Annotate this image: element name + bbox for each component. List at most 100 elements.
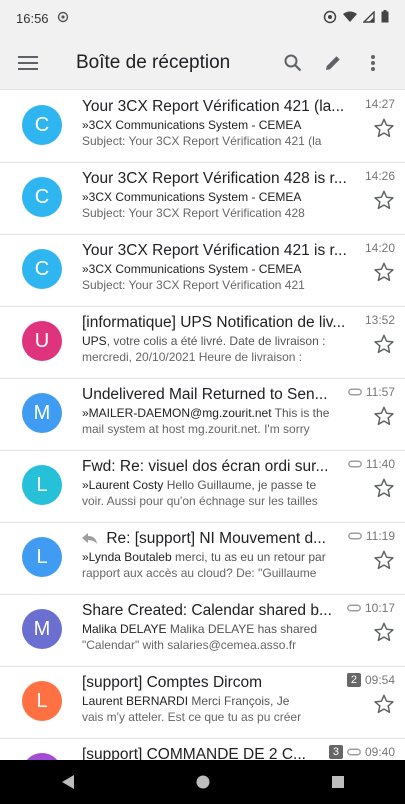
email-sender: »Laurent Costy: [82, 478, 164, 492]
sender-avatar[interactable]: U: [22, 321, 62, 361]
attachment-icon: [347, 532, 362, 540]
email-content[interactable]: [support] Comptes Dircom Laurent BERNARD…: [82, 673, 367, 725]
email-time: 14:26: [364, 169, 395, 183]
email-time: 14:20: [364, 241, 395, 255]
page-title: Boîte de réception: [76, 51, 231, 73]
sender-avatar[interactable]: L: [22, 465, 62, 505]
email-content[interactable]: Your 3CX Report Vérification 421 is r...…: [82, 241, 367, 293]
sender-avatar[interactable]: M: [22, 393, 62, 433]
recents-icon[interactable]: [318, 762, 358, 802]
email-meta: 11:40: [347, 457, 395, 471]
sender-avatar[interactable]: L: [22, 753, 62, 760]
attachment-icon: [347, 604, 361, 612]
email-row[interactable]: L [support] Comptes Dircom Laurent BERNA…: [0, 667, 405, 739]
wifi-icon: [343, 11, 357, 26]
star-icon[interactable]: [373, 477, 395, 499]
email-content[interactable]: Re: [support] NI Mouvement d... »Lynda B…: [82, 529, 367, 581]
email-row[interactable]: L Re: [support] NI Mouvement d... »Lynda…: [0, 523, 405, 595]
email-row[interactable]: C Your 3CX Report Vérification 421 (la..…: [0, 91, 405, 163]
sender-avatar[interactable]: M: [22, 609, 62, 649]
email-sender: Laurent BERNARDI: [82, 694, 189, 708]
email-content[interactable]: Fwd: Re: visuel dos écran ordi sur... »L…: [82, 457, 367, 509]
email-content[interactable]: Your 3CX Report Vérification 421 (la... …: [82, 97, 367, 149]
home-icon[interactable]: [183, 762, 223, 802]
attachment-icon: [347, 748, 361, 756]
signal-icon: [362, 9, 375, 26]
email-content[interactable]: Undelivered Mail Returned to Sen... »MAI…: [82, 385, 367, 437]
star-icon[interactable]: [373, 189, 395, 211]
email-meta: 10:17: [347, 601, 395, 615]
email-snippet: , votre colis a été livré. Date de livra…: [106, 334, 326, 348]
email-time: 09:40: [364, 745, 395, 759]
email-row[interactable]: C Your 3CX Report Vérification 428 is r.…: [0, 163, 405, 235]
email-sender-line: »3CX Communications System - CEMEA: [82, 117, 367, 133]
email-meta: 14:26: [365, 169, 395, 183]
email-preview: rapport aux accès au cloud? De: "Guillau…: [82, 566, 317, 580]
email-subject: [support] Comptes Dircom: [82, 674, 263, 691]
email-meta: 11:19: [347, 529, 395, 543]
sender-avatar[interactable]: C: [22, 249, 62, 289]
star-icon[interactable]: [373, 549, 395, 571]
sender-avatar[interactable]: C: [22, 177, 62, 217]
email-snippet: Hello Guillaume, je passe te: [163, 478, 317, 492]
email-subject: Fwd: Re: visuel dos écran ordi sur...: [82, 458, 329, 475]
email-sender-line: Laurent BERNARDI Merci François, Je: [82, 693, 367, 709]
email-subject: Your 3CX Report Vérification 428 is r...: [82, 170, 347, 187]
email-time: 10:17: [364, 601, 395, 615]
email-content[interactable]: Share Created: Calendar shared b... Mali…: [82, 601, 367, 653]
email-meta: 14:20: [365, 241, 395, 255]
app-bar: Boîte de réception: [0, 36, 405, 90]
email-content[interactable]: Your 3CX Report Vérification 428 is r...…: [82, 169, 367, 221]
email-time: 11:40: [365, 457, 395, 471]
email-sender-line: Malika DELAYE Malika DELAYE has shared: [82, 621, 367, 637]
email-sender-line: »Laurent Costy Hello Guillaume, je passe…: [82, 477, 367, 493]
email-subject: Re: [support] NI Mouvement d...: [82, 529, 352, 549]
email-subject: Your 3CX Report Vérification 421 (la...: [82, 98, 345, 115]
system-nav-bar: [0, 760, 405, 804]
star-icon[interactable]: [373, 405, 395, 427]
star-icon[interactable]: [373, 333, 395, 355]
sender-avatar[interactable]: L: [22, 681, 62, 721]
battery-icon: [381, 10, 389, 26]
email-snippet: Malika DELAYE has shared: [166, 622, 317, 636]
vpn-key-icon: [323, 10, 337, 27]
email-time: 14:27: [364, 97, 395, 111]
reply-icon: [82, 530, 102, 547]
email-list[interactable]: C Your 3CX Report Vérification 421 (la..…: [0, 91, 405, 760]
email-row[interactable]: U [informatique] UPS Notification de liv…: [0, 307, 405, 379]
email-snippet: merci, tu as eu un retour par: [171, 550, 326, 564]
search-icon[interactable]: [273, 43, 313, 83]
email-time: 11:19: [365, 529, 395, 543]
sender-avatar[interactable]: C: [22, 105, 62, 145]
star-icon[interactable]: [373, 621, 395, 643]
email-meta: 3 09:40: [328, 745, 395, 759]
email-row[interactable]: M Share Created: Calendar shared b... Ma…: [0, 595, 405, 667]
email-row[interactable]: L [support] COMMANDE DE 2 C... 3 09:40: [0, 739, 405, 760]
email-snippet: This is the: [271, 406, 330, 420]
email-row[interactable]: C Your 3CX Report Vérification 421 is r.…: [0, 235, 405, 307]
email-subject: Share Created: Calendar shared b...: [82, 602, 332, 619]
email-content[interactable]: [informatique] UPS Notification de liv..…: [82, 313, 367, 365]
email-content[interactable]: [support] COMMANDE DE 2 C...: [82, 745, 367, 760]
email-row[interactable]: L Fwd: Re: visuel dos écran ordi sur... …: [0, 451, 405, 523]
more-vert-icon[interactable]: [353, 43, 393, 83]
email-sender: »3CX Communications System - CEMEA: [82, 118, 302, 132]
menu-icon[interactable]: [12, 47, 44, 79]
email-sender-line: »3CX Communications System - CEMEA: [82, 261, 367, 277]
email-preview: mercredi, 20/10/2021 Heure de livraison …: [82, 350, 303, 364]
back-icon[interactable]: [48, 762, 88, 802]
email-preview: vais m'y atteler. Est ce que tu as pu cr…: [82, 710, 302, 724]
email-sender-line: UPS, votre colis a été livré. Date de li…: [82, 333, 367, 349]
star-icon[interactable]: [373, 117, 395, 139]
star-icon[interactable]: [373, 261, 395, 283]
email-preview: mail system at host mg.zourit.net. I'm s…: [82, 422, 310, 436]
email-preview: Subject: Your 3CX Report Vérification 42…: [82, 278, 305, 292]
email-row[interactable]: M Undelivered Mail Returned to Sen... »M…: [0, 379, 405, 451]
sender-avatar[interactable]: L: [22, 537, 62, 577]
email-preview: Subject: Your 3CX Report Vérification 42…: [82, 134, 322, 148]
email-sender: »MAILER-DAEMON@mg.zourit.net: [82, 406, 272, 420]
compose-pencil-icon[interactable]: [313, 43, 353, 83]
star-icon[interactable]: [373, 693, 395, 715]
email-subject: Undelivered Mail Returned to Sen...: [82, 386, 328, 403]
email-meta: 11:57: [347, 385, 395, 399]
